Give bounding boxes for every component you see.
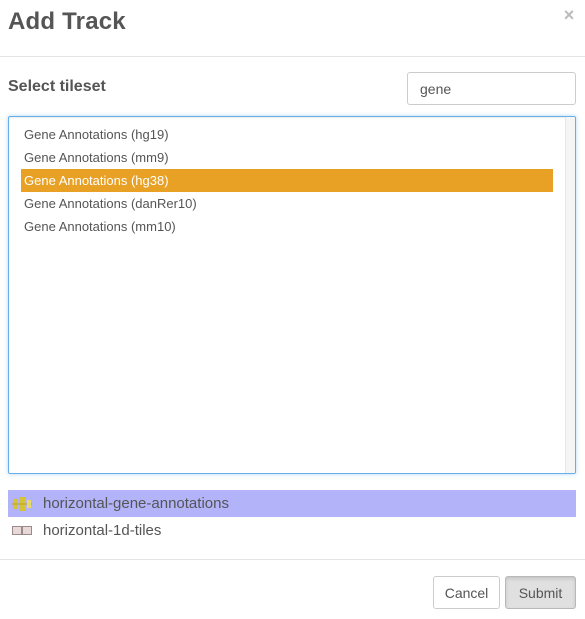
tileset-item-mm10[interactable]: Gene Annotations (mm10) xyxy=(21,215,553,238)
tileset-search-input[interactable] xyxy=(407,72,576,105)
1d-tiles-icon xyxy=(12,520,34,535)
tileset-item-danrer10[interactable]: Gene Annotations (danRer10) xyxy=(21,192,553,215)
dialog-header: Add Track × xyxy=(0,0,585,57)
close-icon[interactable]: × xyxy=(561,6,577,24)
dialog-title: Add Track xyxy=(8,8,126,35)
track-type-list: horizontal-gene-annotations horizontal-1… xyxy=(8,490,576,544)
tileset-list[interactable]: Gene Annotations (hg19) Gene Annotations… xyxy=(8,116,576,474)
track-type-label: horizontal-gene-annotations xyxy=(43,495,229,512)
select-tileset-label: Select tileset xyxy=(8,78,106,95)
track-type-label: horizontal-1d-tiles xyxy=(43,522,162,539)
cancel-button[interactable]: Cancel xyxy=(433,576,500,609)
track-type-horizontal-1d-tiles[interactable]: horizontal-1d-tiles xyxy=(8,517,576,544)
tileset-item-hg19[interactable]: Gene Annotations (hg19) xyxy=(21,123,553,146)
dialog-footer: Cancel Submit xyxy=(0,559,585,619)
tileset-item-hg38[interactable]: Gene Annotations (hg38) xyxy=(21,169,553,192)
gene-annotations-icon xyxy=(12,493,34,511)
track-type-horizontal-gene-annotations[interactable]: horizontal-gene-annotations xyxy=(8,490,576,517)
add-track-dialog: Add Track × Select tileset Gene Annotati… xyxy=(0,0,585,619)
tileset-item-mm9[interactable]: Gene Annotations (mm9) xyxy=(21,146,553,169)
tileset-items: Gene Annotations (hg19) Gene Annotations… xyxy=(21,123,553,238)
tileset-list-scrollbar[interactable] xyxy=(565,117,575,473)
submit-button[interactable]: Submit xyxy=(505,576,576,609)
